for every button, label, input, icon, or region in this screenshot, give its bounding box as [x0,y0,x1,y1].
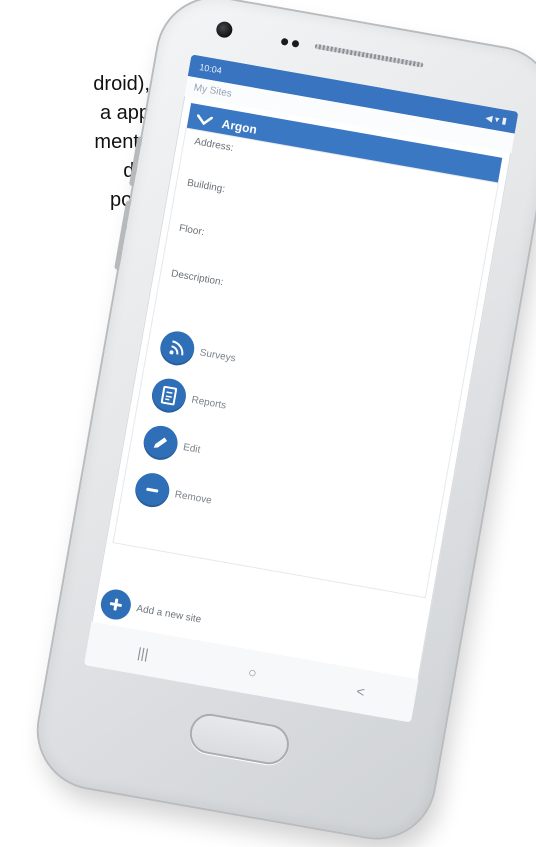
article-line-4: del [0,157,150,186]
sensors [280,37,300,48]
surveys-label: Surveys [198,346,237,365]
front-camera-icon [215,20,234,39]
site-detail-card: Address: Building: Floor: Description: S… [113,128,498,598]
minus-icon [132,470,172,510]
reports-label: Reports [190,394,228,412]
remove-label: Remove [173,488,213,507]
chevron-down-icon[interactable] [195,110,216,131]
system-nav-bar: ||| ○ < [83,621,419,723]
site-name: Argon [220,116,258,137]
earpiece-speaker [314,43,424,68]
document-icon [149,375,189,416]
article-line-2: a app [99,102,150,124]
status-icons: ◀ ▾ ▮ [484,111,508,126]
phone-screen: 10:04 ◀ ▾ ▮ My Sites Argon Address: Buil… [83,54,519,723]
recents-button[interactable]: ||| [136,644,150,662]
home-nav-button[interactable]: ○ [247,664,258,681]
article-line-3: mente [94,131,150,153]
add-site-label: Add a new site [135,602,203,626]
back-button[interactable]: < [355,683,366,700]
pencil-icon [140,423,181,463]
article-line-1: droid), [93,73,150,95]
status-time: 10:04 [198,61,223,76]
rss-icon [157,328,197,369]
edit-label: Edit [182,441,202,456]
plus-icon [98,587,134,622]
physical-home-button[interactable] [186,710,293,768]
